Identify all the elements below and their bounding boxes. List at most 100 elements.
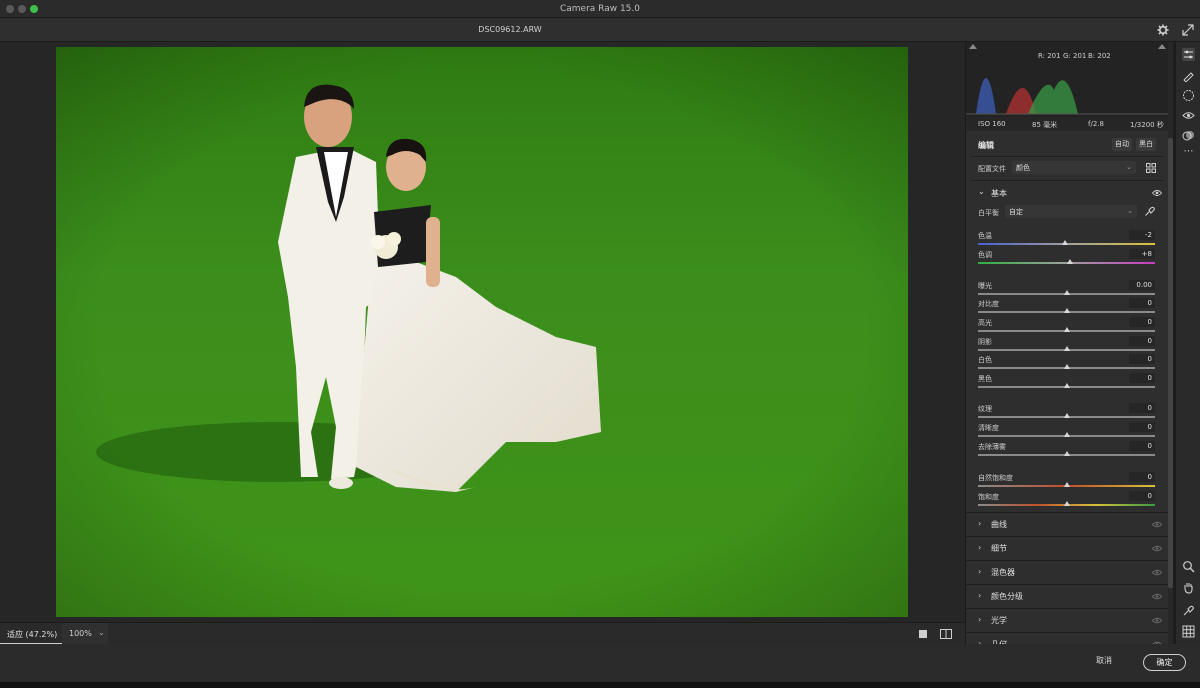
section-header[interactable]: › 细节: [966, 536, 1168, 558]
highlight-clip-icon[interactable]: [1158, 44, 1166, 49]
slider-label: 自然饱和度: [978, 474, 1013, 482]
slider-value-input[interactable]: -2: [1129, 230, 1155, 240]
section-header[interactable]: › 混色器: [966, 560, 1168, 582]
eye-icon[interactable]: [1152, 569, 1162, 576]
healing-brush-icon[interactable]: [1182, 69, 1195, 82]
exif-shutter: 1/3200 秒: [1130, 121, 1164, 129]
app-title: Camera Raw 15.0: [559, 4, 640, 14]
shadow-clip-icon[interactable]: [969, 44, 977, 49]
slider-thumb[interactable]: [1063, 364, 1070, 369]
panel-scrollbar[interactable]: [1168, 138, 1173, 588]
presets-icon[interactable]: [1182, 129, 1195, 142]
gear-icon[interactable]: [1157, 24, 1169, 36]
status-bar: 适应 (47.2%) 100% ⌄: [0, 622, 965, 645]
slider-value-input[interactable]: 0: [1129, 354, 1155, 364]
slider-thumb[interactable]: [1063, 383, 1070, 388]
auto-button[interactable]: 自动: [1112, 138, 1132, 151]
slider-thumb[interactable]: [1063, 346, 1070, 351]
red-eye-icon[interactable]: [1182, 109, 1195, 122]
slider-thumb[interactable]: [1063, 451, 1070, 456]
footer-bar: 取消 确定: [0, 644, 1200, 682]
section-title: 颜色分级: [991, 592, 1023, 601]
eyedropper-icon[interactable]: [1144, 206, 1155, 217]
profile-browser-icon[interactable]: [1146, 163, 1156, 173]
section-title: 光学: [991, 616, 1007, 625]
eye-icon[interactable]: [1152, 617, 1162, 624]
white-balance-label: 白平衡: [978, 209, 999, 217]
sampler-icon[interactable]: [1182, 604, 1195, 617]
more-icon[interactable]: ⋯: [1182, 146, 1195, 159]
basic-section-title: 基本: [991, 189, 1007, 198]
hand-icon[interactable]: [1182, 581, 1195, 594]
slider-row: 纹理 0: [966, 403, 1168, 423]
slider-label: 曝光: [978, 282, 992, 290]
slider-value-input[interactable]: 0: [1129, 491, 1155, 501]
slider-label: 高光: [978, 319, 992, 327]
edit-sliders-icon[interactable]: [1182, 48, 1195, 61]
ok-button[interactable]: 确定: [1143, 654, 1186, 671]
slider-value-input[interactable]: +8: [1129, 249, 1155, 259]
slider-thumb[interactable]: [1063, 327, 1070, 332]
slider-value-input[interactable]: 0: [1129, 373, 1155, 383]
slider-thumb[interactable]: [1063, 413, 1070, 418]
slider-thumb[interactable]: [1063, 308, 1070, 313]
slider-value-input[interactable]: 0: [1129, 422, 1155, 432]
slider-row: 色调 +8: [966, 249, 1168, 269]
compare-view-icon[interactable]: [940, 629, 952, 639]
slider-value-input[interactable]: 0: [1129, 317, 1155, 327]
grid-overlay-icon[interactable]: [1182, 625, 1195, 638]
section-title: 曲线: [991, 520, 1007, 529]
edit-header: 编辑 自动 黑白: [966, 133, 1168, 155]
profile-label: 配置文件: [978, 165, 1006, 173]
slider-value-input[interactable]: 0: [1129, 403, 1155, 413]
histogram: R: 201 G: 201 B: 202: [966, 42, 1168, 117]
eye-icon[interactable]: [1152, 521, 1162, 528]
photo-preview[interactable]: [56, 47, 908, 617]
slider-value-input[interactable]: 0: [1129, 441, 1155, 451]
zoom-icon[interactable]: [1182, 560, 1195, 573]
slider-row: 对比度 0: [966, 298, 1168, 318]
exif-focal-length: 85 毫米: [1032, 121, 1058, 129]
chevron-right-icon: ›: [978, 519, 982, 528]
slider-value-input[interactable]: 0.00: [1129, 280, 1155, 290]
slider-label: 色调: [978, 251, 992, 259]
slider-thumb[interactable]: [1063, 482, 1070, 487]
slider-thumb[interactable]: [1063, 501, 1070, 506]
section-header[interactable]: › 光学: [966, 608, 1168, 630]
expand-icon[interactable]: [1182, 24, 1194, 36]
white-balance-row: 白平衡 自定 ⌄: [966, 205, 1168, 221]
histogram-b: B: 202: [1088, 52, 1111, 60]
white-balance-select[interactable]: 自定 ⌄: [1005, 205, 1137, 218]
chevron-down-icon: ⌄: [1127, 207, 1133, 215]
single-view-icon[interactable]: [918, 629, 928, 639]
profile-select[interactable]: 颜色 ⌄: [1012, 161, 1136, 174]
zoom-fit-button[interactable]: 适应 (47.2%): [0, 623, 62, 645]
basic-section-header[interactable]: ⌄ 基本: [966, 184, 1168, 202]
slider-thumb[interactable]: [1067, 259, 1074, 264]
slider-label: 黑色: [978, 375, 992, 383]
section-header[interactable]: ›几何: [966, 632, 1168, 644]
slider-label: 纹理: [978, 405, 992, 413]
image-canvas[interactable]: [0, 42, 965, 622]
slider-thumb[interactable]: [1063, 290, 1070, 295]
eye-icon[interactable]: [1152, 593, 1162, 600]
slider-value-input[interactable]: 0: [1129, 472, 1155, 482]
masking-icon[interactable]: [1182, 89, 1195, 102]
edit-title: 编辑: [978, 141, 994, 150]
eye-icon[interactable]: [1152, 189, 1162, 197]
slider-value-input[interactable]: 0: [1129, 336, 1155, 346]
section-header[interactable]: › 曲线: [966, 512, 1168, 534]
slider-thumb[interactable]: [1063, 432, 1070, 437]
slider-thumb[interactable]: [1061, 240, 1068, 245]
chevron-right-icon: ›: [978, 615, 982, 624]
slider-value-input[interactable]: 0: [1129, 298, 1155, 308]
slider-label: 饱和度: [978, 493, 999, 501]
exif-info: ISO 160 85 毫米 f/2.8 1/3200 秒: [966, 117, 1168, 131]
cancel-button[interactable]: 取消: [1096, 655, 1112, 666]
black-white-button[interactable]: 黑白: [1136, 138, 1156, 151]
section-title: 细节: [991, 544, 1007, 553]
divider: [971, 180, 1164, 181]
section-header[interactable]: › 颜色分级: [966, 584, 1168, 606]
eye-icon[interactable]: [1152, 545, 1162, 552]
chevron-down-icon[interactable]: ⌄: [98, 628, 105, 637]
